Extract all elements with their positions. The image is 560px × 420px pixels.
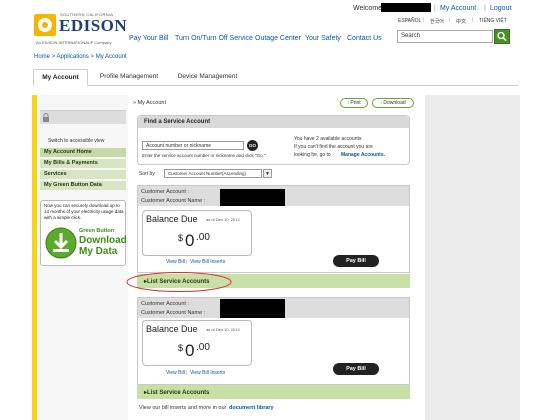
customer-account-label: Customer Account :: [141, 301, 189, 307]
balance-as-of: as of Dec 10, 2013: [206, 327, 240, 332]
nav-contact-us[interactable]: Contact Us: [347, 35, 382, 42]
amount-dollar: $: [178, 233, 184, 243]
sidebar-lock-panel: [40, 110, 126, 124]
download-button[interactable]: › Download: [372, 98, 414, 108]
logo-subtitle: An EDISON INTERNATIONAL® Company: [36, 40, 112, 45]
lang-chinese[interactable]: 中文: [456, 18, 466, 25]
lang-vietnamese[interactable]: TIẾNG VIỆT: [479, 18, 507, 24]
go-button[interactable]: GO: [247, 140, 258, 151]
search-input[interactable]: Search: [397, 30, 493, 43]
account-search-input[interactable]: Account number or nickname: [142, 141, 244, 150]
amount-int: 0: [185, 341, 195, 360]
view-bill-link[interactable]: View Bill: [166, 259, 185, 265]
tab-my-account[interactable]: My Account: [33, 69, 88, 86]
chevron-down-icon[interactable]: ▼: [263, 169, 272, 178]
right-rail: [425, 95, 520, 420]
pay-bill-button[interactable]: Pay Bill: [333, 363, 379, 375]
nav-pay-bill[interactable]: Pay Your Bill: [129, 35, 168, 42]
sidebar-item-green-button[interactable]: My Green Button Data: [40, 181, 126, 190]
edison-logo-icon[interactable]: [34, 14, 56, 36]
sidebar-item-bills[interactable]: My Bills & Payments: [40, 159, 126, 168]
customer-account-name-label: Customer Account Name :: [141, 198, 206, 204]
search-button[interactable]: [494, 29, 510, 44]
manage-accounts-link[interactable]: Manage Accounts.: [341, 152, 385, 158]
amount-dec: .00: [196, 232, 210, 243]
logo-wordmark[interactable]: EDISON: [59, 16, 127, 36]
view-bill-link[interactable]: View Bill: [166, 370, 185, 376]
tab-profile-management[interactable]: Profile Management: [94, 69, 164, 86]
my-account-link[interactable]: My Account: [440, 5, 476, 12]
customer-account-label: Customer Account :: [141, 189, 189, 195]
balance-due-card: Balance Due as of Dec 10, 2013 $ 0 .00: [142, 320, 252, 366]
redacted-username: [381, 3, 431, 12]
promo-text: Now you can securely download up to 13 m…: [44, 203, 124, 220]
arrow-right-icon: ›: [347, 100, 349, 106]
print-button[interactable]: › Print: [340, 98, 368, 108]
available-accounts-text: You have 2 available accounts: [294, 136, 362, 142]
search-icon: [497, 31, 507, 42]
cant-find-text: If you can't find the account you are: [294, 144, 373, 150]
accessible-view-link[interactable]: Switch to accessible view: [48, 138, 104, 144]
find-account-title: Find a Service Account: [138, 116, 409, 128]
balance-due-label: Balance Due: [146, 214, 198, 224]
nav-your-safety[interactable]: Your Safety: [305, 35, 341, 42]
tab-device-management[interactable]: Device Management: [170, 69, 245, 86]
nav-turn-on-off[interactable]: Turn On/Turn Off Service: [175, 35, 253, 42]
list-service-accounts-link[interactable]: ▸List Service Accounts: [144, 389, 209, 396]
highlight-oval: [126, 272, 232, 292]
view-bill-inserts-link[interactable]: View Bill Inserts: [190, 370, 225, 376]
sort-select[interactable]: Customer Account Number(Ascending): [164, 169, 262, 178]
sort-label: Sort by :: [139, 171, 158, 177]
logout-link[interactable]: Logout: [490, 5, 511, 12]
green-button-download-icon: [45, 227, 77, 259]
sidebar-item-home[interactable]: My Account Home: [40, 148, 126, 157]
lang-spanish[interactable]: ESPAÑOL: [398, 18, 421, 24]
balance-as-of: as of Dec 10, 2013: [206, 217, 240, 222]
redacted-account-info: [220, 189, 285, 206]
green-button-promo[interactable]: Now you can securely download up to 13 m…: [40, 200, 127, 266]
view-bill-inserts-link[interactable]: View Bill Inserts: [190, 259, 225, 265]
document-library-link[interactable]: document library: [229, 405, 274, 411]
pay-bill-button[interactable]: Pay Bill: [333, 255, 379, 267]
amount-int: 0: [185, 231, 195, 250]
nav-outage-center[interactable]: Outage Center: [255, 35, 301, 42]
welcome-text: Welcome: [353, 5, 383, 12]
looking-for-text: looking for, go to: [294, 152, 331, 158]
balance-due-card: Balance Due as of Dec 10, 2013 $ 0 .00: [142, 210, 252, 256]
amount-dec: .00: [196, 342, 210, 353]
footer-text: View our bill inserts and more in our: [139, 405, 227, 411]
customer-account-name-label: Customer Account Name :: [141, 310, 206, 316]
site-header: SOUTHERN CALIFORNIA EDISON An EDISON INT…: [34, 3, 512, 45]
accent-bar: [32, 95, 37, 420]
sidebar-item-services[interactable]: Services: [40, 170, 126, 179]
amount-dollar: $: [178, 343, 184, 353]
search-hint: Enter the service account number or nick…: [142, 153, 266, 158]
my-data-label: My Data: [79, 246, 118, 257]
download-label: Download: [79, 235, 127, 246]
util-separator: |: [434, 5, 436, 12]
balance-due-label: Balance Due: [146, 324, 198, 334]
breadcrumb[interactable]: Home > Applications > My Account: [34, 54, 127, 60]
util-separator: |: [484, 5, 486, 12]
redacted-account-info: [220, 299, 285, 318]
content-breadcrumb[interactable]: » My Account: [133, 100, 166, 106]
arrow-right-icon: ›: [380, 100, 383, 106]
green-button-label: Green Button: [79, 228, 115, 234]
lock-icon: [43, 113, 49, 122]
lang-korean[interactable]: 한국어: [430, 18, 444, 25]
